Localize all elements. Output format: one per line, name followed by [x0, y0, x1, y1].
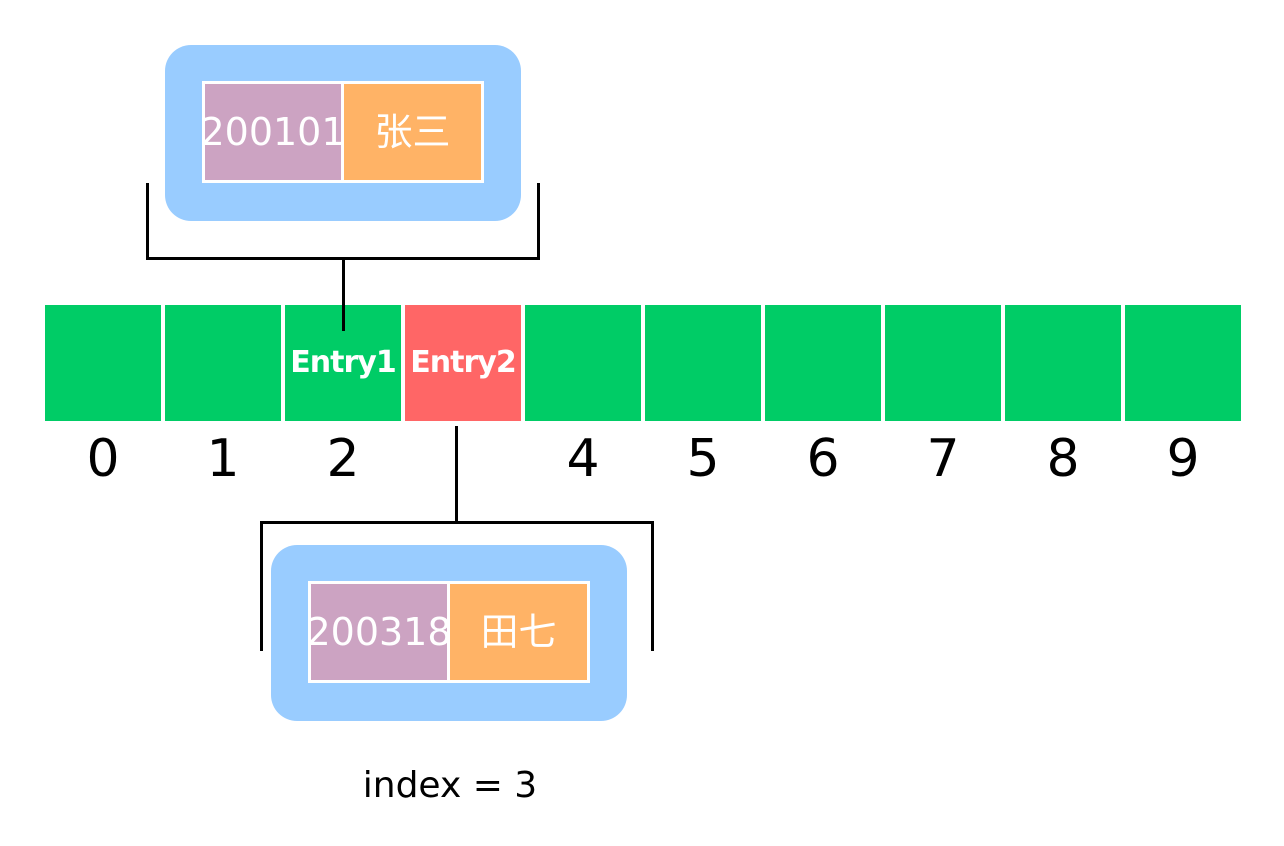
index-label-9: 9: [1166, 429, 1200, 489]
entry2-key: 200318: [306, 581, 452, 683]
entry2-value: 田七: [447, 581, 590, 683]
index-label-0: 0: [86, 429, 120, 489]
entry2-connector: [455, 426, 458, 524]
index-label-5: 5: [686, 429, 720, 489]
entry1-key: 200101: [200, 81, 346, 183]
entry1-card: 200101 张三: [165, 45, 521, 221]
index-label-4: 4: [566, 429, 600, 489]
array-slot-5: [645, 305, 761, 421]
index-caption: index = 3: [362, 765, 538, 806]
entry1-connector: [342, 257, 345, 331]
array-slot-7: [885, 305, 1001, 421]
entry2-bracket-left: [260, 521, 263, 651]
entry2-bracket-top: [260, 521, 654, 524]
array-slot-4: [525, 305, 641, 421]
entry2-bracket-right: [651, 521, 654, 651]
array-slot-6: [765, 305, 881, 421]
index-label-1: 1: [206, 429, 240, 489]
entry2-card: 200318 田七: [271, 545, 627, 721]
array-slot-9: [1125, 305, 1241, 421]
entry1-bracket-left: [146, 183, 149, 260]
array-slot-1: [165, 305, 281, 421]
array-slot-3: Entry2: [405, 305, 521, 421]
array-slot-0: [45, 305, 161, 421]
index-label-8: 8: [1046, 429, 1080, 489]
index-label-2: 2: [326, 429, 360, 489]
index-label-7: 7: [926, 429, 960, 489]
index-label-6: 6: [806, 429, 840, 489]
entry1-bracket-right: [537, 183, 540, 260]
array-slot-8: [1005, 305, 1121, 421]
entry1-value: 张三: [341, 81, 484, 183]
